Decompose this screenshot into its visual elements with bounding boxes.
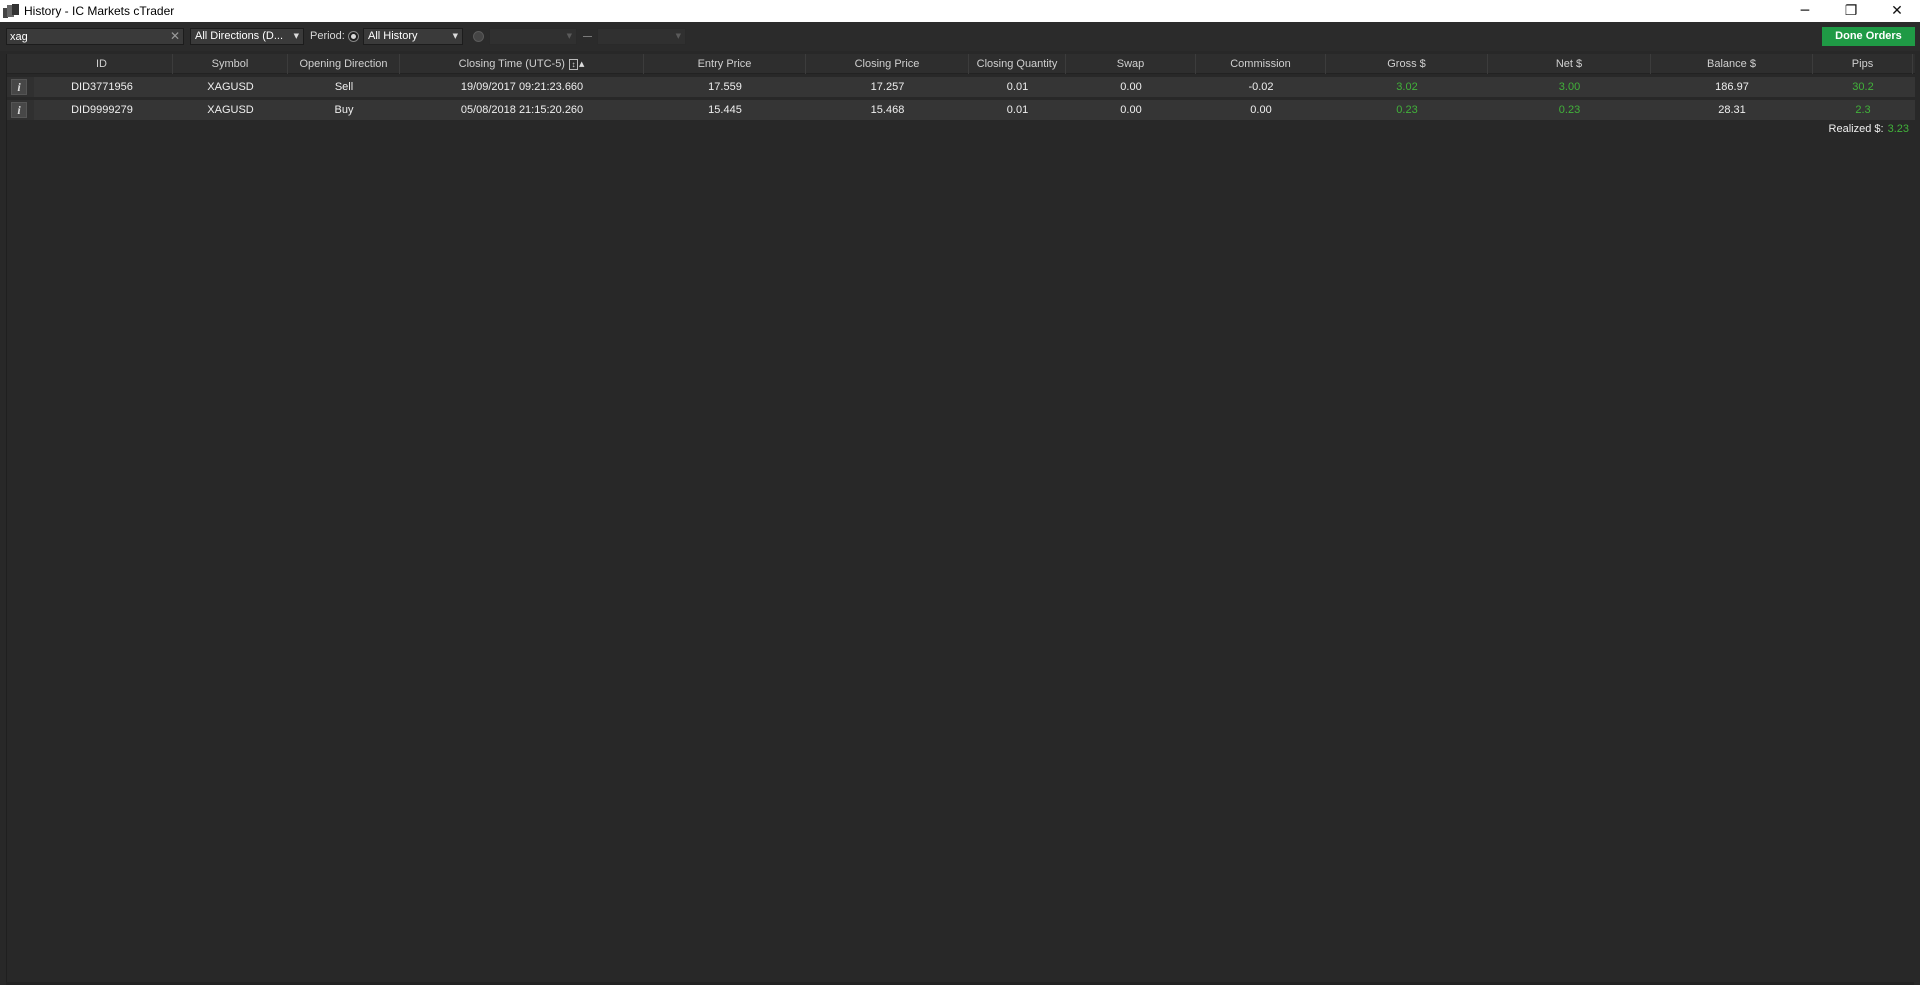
dropdown-arrow-icon: ▼ [675,32,681,40]
cell-pips: 30.2 [1852,81,1874,93]
period-value: All History [368,30,418,42]
realized-summary: Realized $: 3.23 [1829,123,1909,135]
dropdown-arrow-icon: ▼ [452,32,458,40]
cell-closing-time: 19/09/2017 09:21:23.660 [460,81,584,93]
date-to-picker[interactable]: ▼ [597,28,686,45]
cell-entry-price: 17.559 [708,81,742,93]
cell-balance: 28.31 [1718,104,1746,116]
table-row[interactable]: i DID3771956 XAGUSD Sell 19/09/2017 09:2… [7,77,1915,97]
cell-commission: 0.00 [1250,104,1272,116]
custom-range-radio[interactable] [473,31,484,42]
cell-gross: 3.02 [1396,81,1418,93]
cell-balance: 186.97 [1715,81,1749,93]
column-header-gross[interactable]: Gross $ [1326,54,1488,74]
cell-closing-quantity: 0.01 [1006,104,1029,116]
period-dropdown[interactable]: All History ▼ [363,28,463,45]
column-header-swap[interactable]: Swap [1066,54,1196,74]
sort-ascending-icon: ▲ [578,60,585,69]
column-header-closing-price[interactable]: Closing Price [806,54,969,74]
dropdown-arrow-icon: ▼ [566,32,572,40]
realized-value: 3.23 [1887,123,1909,135]
column-header-symbol[interactable]: Symbol [173,54,288,74]
done-orders-button[interactable]: Done Orders [1822,27,1915,46]
search-box[interactable]: ✕ [6,28,184,45]
close-icon[interactable]: ✕ [1874,0,1920,22]
cell-commission: -0.02 [1248,81,1274,93]
info-icon[interactable]: i [11,79,27,95]
cell-pips: 2.3 [1855,104,1871,116]
cell-net: 3.00 [1558,81,1581,93]
cell-net: 0.23 [1558,104,1581,116]
cell-swap: 0.00 [1120,81,1142,93]
cell-symbol: XAGUSD [207,104,254,116]
closing-time-header-label: Closing Time (UTC-5) [458,58,565,70]
column-header-id[interactable]: ID [31,54,173,74]
cell-closing-price: 17.257 [870,81,905,93]
table-row[interactable]: i DID9999279 XAGUSD Buy 05/08/2018 21:15… [7,100,1915,120]
column-header-commission[interactable]: Commission [1196,54,1326,74]
history-table: ID Symbol Opening Direction Closing Time… [6,54,1915,985]
cell-direction: Buy [334,104,354,116]
direction-filter-dropdown[interactable]: All Directions (D... ▼ [190,28,304,45]
column-header-net[interactable]: Net $ [1488,54,1651,74]
realized-label: Realized $: [1828,123,1884,135]
column-header-closing-time[interactable]: Closing Time (UTC-5) ↕ ▲ [400,54,644,74]
column-header-closing-quantity[interactable]: Closing Quantity [969,54,1066,74]
cell-closing-time: 05/08/2018 21:15:20.260 [460,104,584,116]
window-title: History - IC Markets cTrader [24,4,175,18]
date-range-separator [583,36,592,37]
cell-gross: 0.23 [1396,104,1418,116]
minimize-icon[interactable]: ─ [1782,0,1828,22]
column-header-balance[interactable]: Balance $ [1651,54,1813,74]
search-input[interactable] [7,30,162,43]
sort-toggle-icon[interactable]: ↕ [568,58,578,70]
column-header-entry-price[interactable]: Entry Price [644,54,806,74]
cell-entry-price: 15.445 [708,104,742,116]
title-bar: History - IC Markets cTrader ─ ❐ ✕ [0,0,1920,22]
restore-icon[interactable]: ❐ [1828,0,1874,22]
cell-swap: 0.00 [1120,104,1142,116]
cell-id: DID9999279 [71,104,133,116]
table-header: ID Symbol Opening Direction Closing Time… [7,54,1915,74]
column-header-pips[interactable]: Pips [1813,54,1913,74]
direction-filter-value: All Directions (D... [195,30,284,42]
period-label: Period: [310,30,345,42]
ctrader-logo-icon [3,4,19,18]
dropdown-arrow-icon: ▼ [293,32,299,40]
cell-closing-price: 15.468 [870,104,905,116]
filter-toolbar: ✕ All Directions (D... ▼ [0,22,1920,51]
cell-closing-quantity: 0.01 [1006,81,1029,93]
cell-direction: Sell [334,81,354,93]
info-icon[interactable]: i [11,102,27,118]
cell-id: DID3771956 [71,81,133,93]
column-header-opening-direction[interactable]: Opening Direction [288,54,400,74]
period-preset-radio[interactable] [348,31,359,42]
clear-search-icon[interactable]: ✕ [170,29,180,44]
date-from-picker[interactable]: ▼ [489,28,577,45]
cell-symbol: XAGUSD [207,81,254,93]
